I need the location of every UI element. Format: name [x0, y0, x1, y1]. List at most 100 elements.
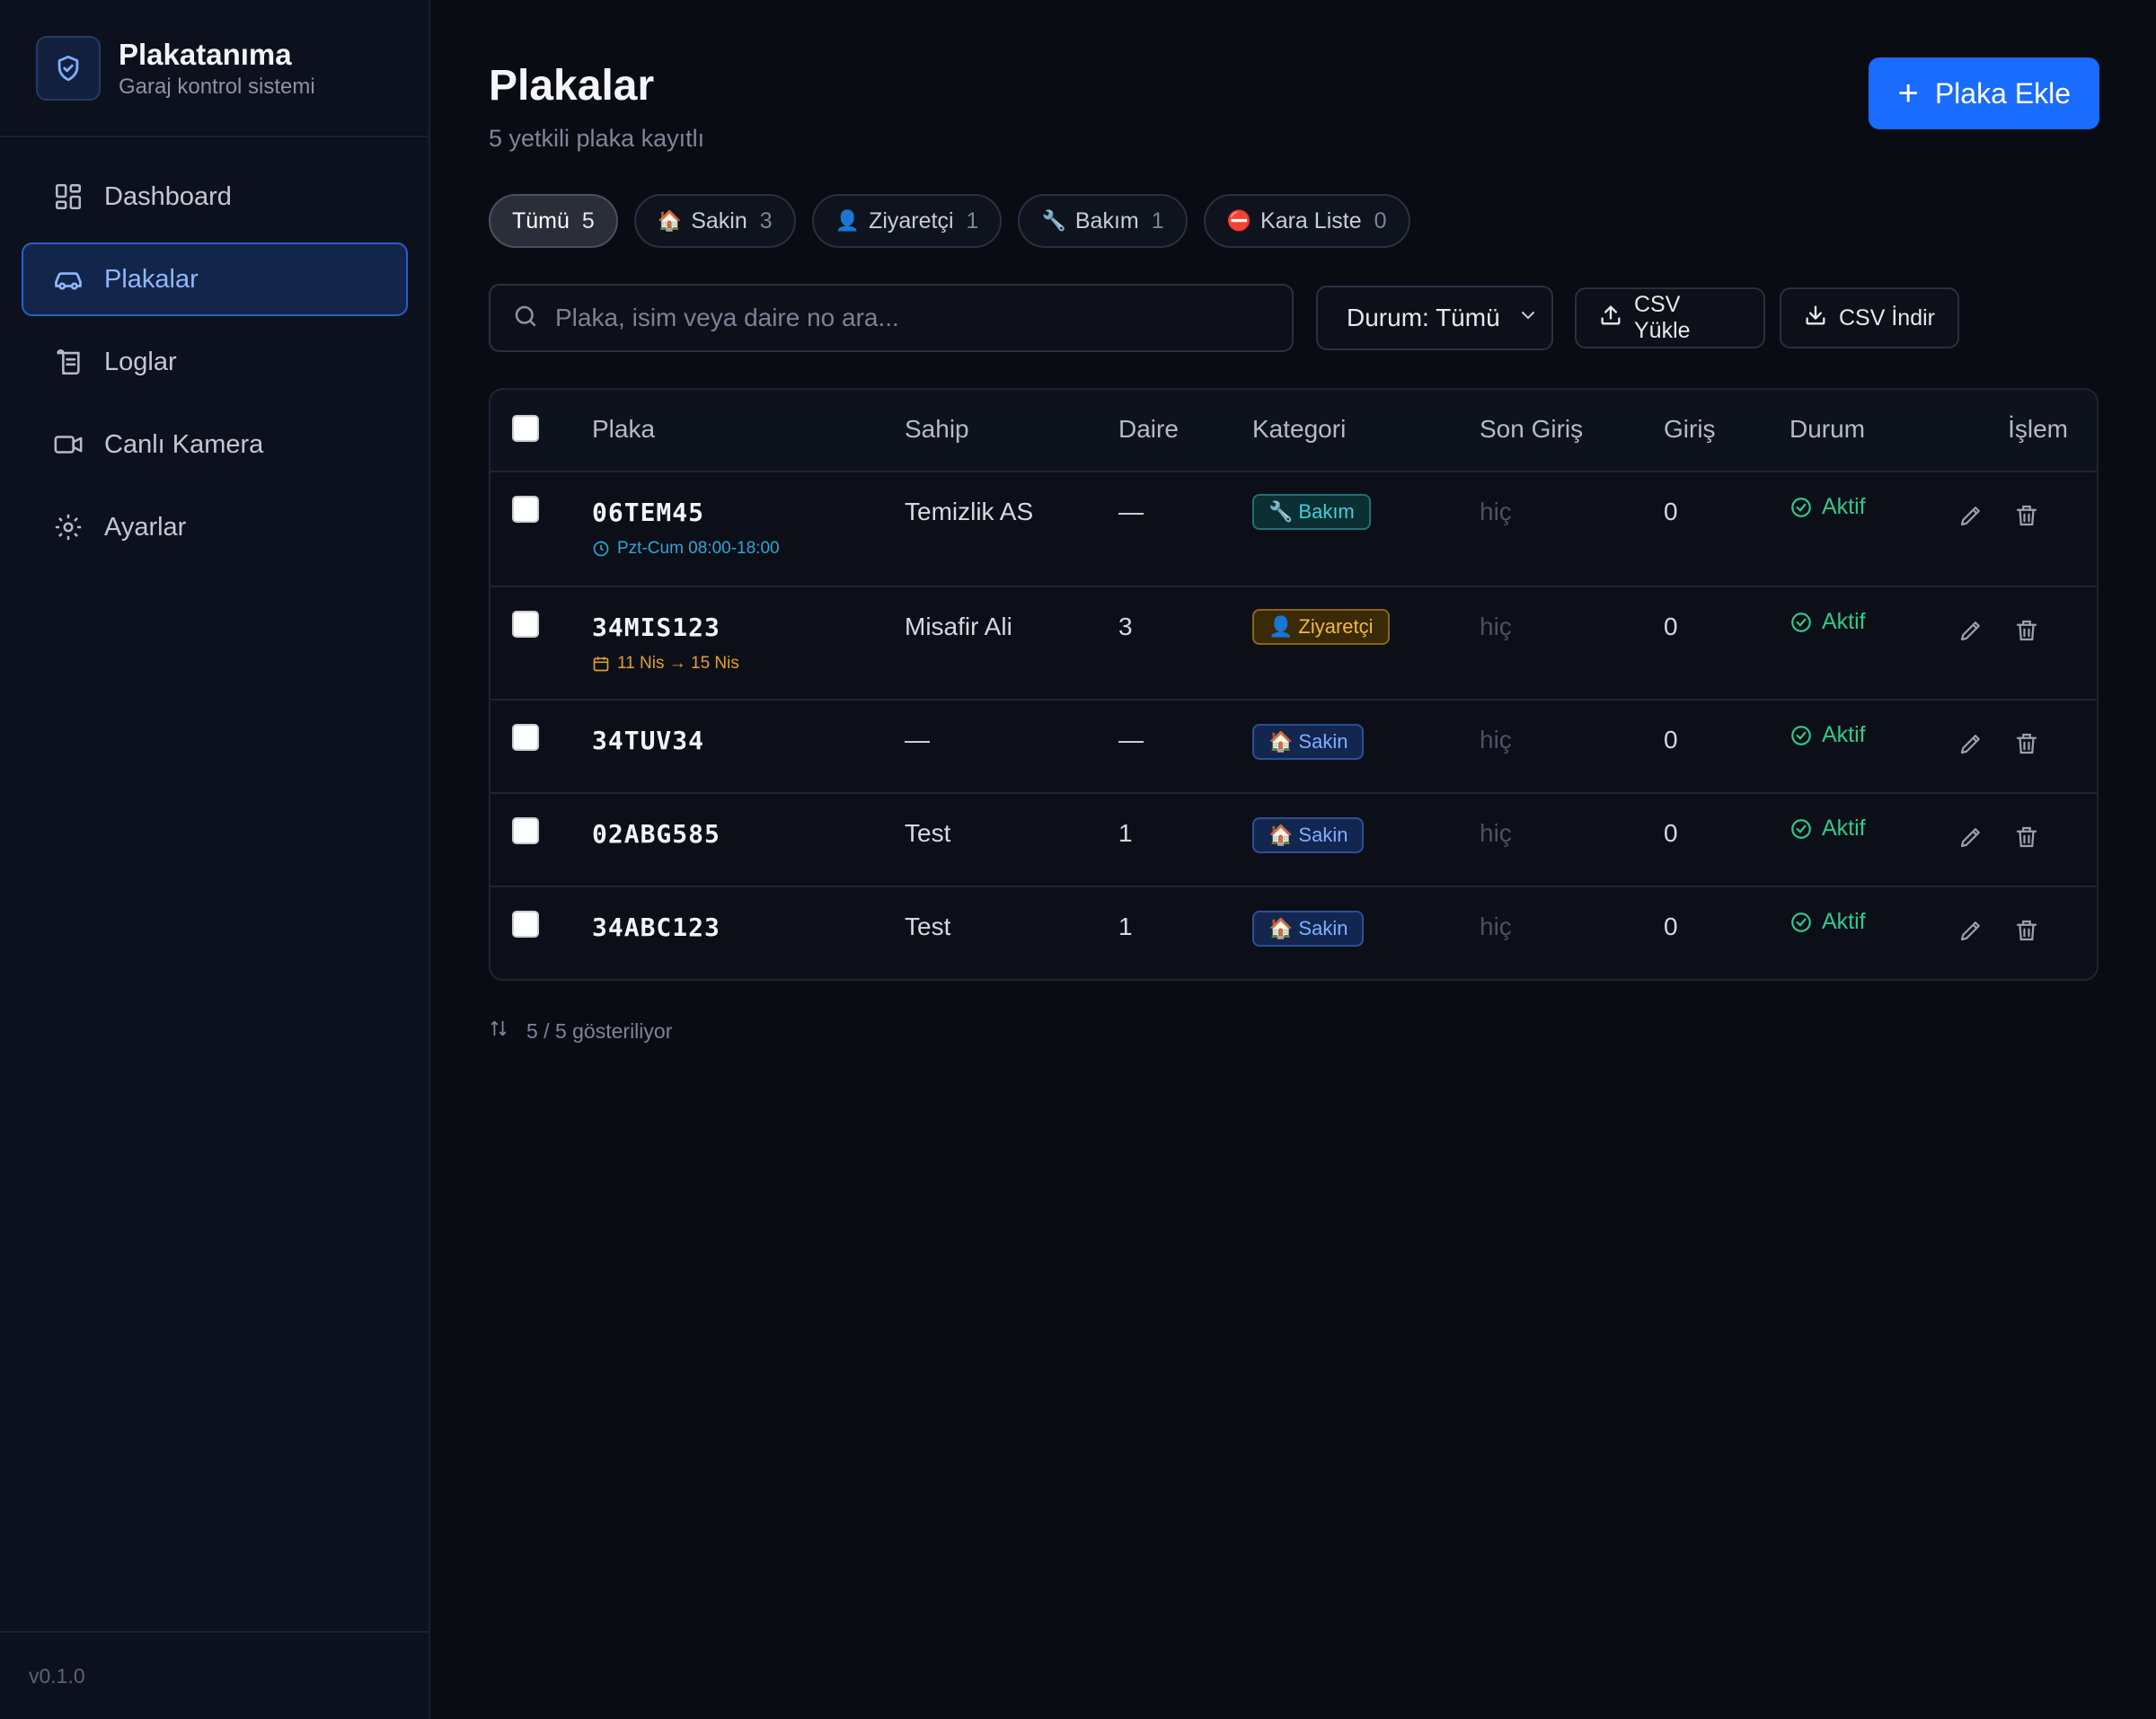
status-filter-select[interactable]: Durum: Tümü	[1316, 286, 1553, 350]
column-header-kategori[interactable]: Kategori	[1252, 415, 1346, 444]
column-header-daire[interactable]: Daire	[1118, 415, 1179, 444]
schedule-note: Pzt-Cum 08:00-18:00	[592, 539, 780, 559]
category-label: Ziyaretçi	[1298, 615, 1374, 638]
column-header-son-giris[interactable]: Son Giriş	[1480, 415, 1583, 444]
chip-count: 1	[1151, 207, 1164, 234]
edit-icon[interactable]	[1955, 614, 1987, 647]
csv-download-button[interactable]: CSV İndir	[1780, 287, 1959, 348]
category-label: Sakin	[1298, 730, 1348, 753]
status-badge: Aktif	[1789, 722, 1866, 748]
category-filters: Tümü 5 🏠 Sakin 3 👤 Ziyaretçi 1 🔧 Bakım 1…	[489, 194, 1410, 248]
csv-download-label: CSV İndir	[1839, 304, 1935, 331]
check-circle-icon	[1791, 497, 1811, 517]
brand: Plakatanıma Garaj kontrol sistemi	[0, 0, 429, 137]
gear-icon	[52, 511, 84, 543]
pagination-info: 5 / 5 gösteriliyor	[489, 1018, 672, 1044]
last-entry: hiç	[1480, 726, 1512, 754]
scroll-icon	[52, 346, 84, 378]
wrench-icon: 🔧	[1268, 500, 1294, 523]
sidebar-item-label: Loglar	[104, 347, 177, 376]
table-row: 06TEM45 Pzt-Cum 08:00-18:00 Temizlik AS …	[490, 472, 2097, 587]
chip-label: Tümü	[512, 207, 570, 234]
row-checkbox[interactable]	[512, 911, 539, 938]
check-circle-icon	[1791, 725, 1811, 745]
upload-icon	[1598, 303, 1623, 334]
check-circle-icon	[1791, 912, 1811, 932]
edit-icon[interactable]	[1955, 727, 1987, 760]
edit-icon[interactable]	[1955, 914, 1987, 947]
table-row: 34TUV34 — — 🏠 Sakin hiç 0 Aktif	[490, 701, 2097, 794]
last-entry: hiç	[1480, 819, 1512, 847]
select-all-checkbox[interactable]	[512, 415, 539, 442]
clock-icon	[593, 541, 609, 557]
wrench-icon: 🔧	[1041, 209, 1066, 232]
filter-chip-kara-liste[interactable]: ⛔ Kara Liste 0	[1203, 194, 1410, 248]
filter-chip-ziyaretci[interactable]: 👤 Ziyaretçi 1	[811, 194, 1003, 248]
column-header-giris[interactable]: Giriş	[1664, 415, 1716, 444]
chip-label: Bakım	[1074, 207, 1139, 234]
owner-name: Test	[905, 912, 951, 940]
row-checkbox[interactable]	[512, 817, 539, 844]
house-icon: 🏠	[1268, 824, 1294, 846]
category-label: Sakin	[1298, 917, 1348, 939]
category-badge: 🏠 Sakin	[1252, 724, 1365, 760]
status-badge: Aktif	[1789, 815, 1866, 842]
page-title: Plakalar	[489, 62, 655, 110]
edit-icon[interactable]	[1955, 499, 1987, 532]
last-entry: hiç	[1480, 613, 1512, 640]
column-header-plaka[interactable]: Plaka	[592, 415, 655, 444]
chip-label: Sakin	[691, 207, 747, 234]
car-icon	[52, 263, 84, 295]
unit-number: 1	[1118, 819, 1133, 847]
sidebar-item-label: Ayarlar	[104, 512, 187, 542]
calendar-icon	[593, 657, 609, 672]
trash-icon[interactable]	[2010, 727, 2043, 760]
category-badge: 🏠 Sakin	[1252, 817, 1365, 853]
chip-count: 5	[581, 207, 595, 234]
trash-icon[interactable]	[2010, 914, 2043, 947]
column-header-sahip[interactable]: Sahip	[905, 415, 969, 444]
search-input[interactable]	[555, 304, 1274, 332]
table-header: Plaka Sahip Daire Kategori Son Giriş Gir…	[490, 390, 2097, 472]
edit-icon[interactable]	[1955, 821, 1987, 853]
app-version: v0.1.0	[0, 1631, 429, 1719]
status-label: Aktif	[1822, 909, 1866, 934]
filter-chip-tumu[interactable]: Tümü 5	[489, 194, 618, 248]
unit-number: 3	[1118, 613, 1133, 640]
status-label: Aktif	[1822, 722, 1866, 747]
category-label: Bakım	[1298, 500, 1355, 523]
add-plate-button[interactable]: + Plaka Ekle	[1869, 57, 2099, 129]
plate-number: 34ABC123	[592, 912, 720, 942]
house-icon: 🏠	[1268, 917, 1294, 939]
trash-icon[interactable]	[2010, 614, 2043, 647]
table-row: 02ABG585 Test 1 🏠 Sakin hiç 0 Aktif	[490, 794, 2097, 887]
column-header-durum[interactable]: Durum	[1789, 415, 1865, 444]
sidebar-item-canli-kamera[interactable]: Canlı Kamera	[22, 408, 408, 481]
filter-chip-bakim[interactable]: 🔧 Bakım 1	[1018, 194, 1188, 248]
chip-count: 1	[966, 207, 979, 234]
table-row: 34ABC123 Test 1 🏠 Sakin hiç 0 Aktif	[490, 887, 2097, 979]
sidebar-item-plakalar[interactable]: Plakalar	[22, 242, 408, 316]
sidebar-item-loglar[interactable]: Loglar	[22, 325, 408, 399]
page-subtitle: 5 yetkili plaka kayıtlı	[489, 125, 705, 152]
plus-icon: +	[1897, 74, 1919, 113]
csv-upload-button[interactable]: CSV Yükle	[1575, 287, 1765, 348]
status-badge: Aktif	[1789, 494, 1866, 520]
row-checkbox[interactable]	[512, 496, 539, 523]
entry-count: 0	[1664, 613, 1678, 640]
status-label: Aktif	[1822, 609, 1866, 634]
row-checkbox[interactable]	[512, 611, 539, 638]
trash-icon[interactable]	[2010, 821, 2043, 853]
sidebar-item-label: Plakalar	[104, 264, 199, 294]
sidebar-item-dashboard[interactable]: Dashboard	[22, 160, 408, 234]
row-checkbox[interactable]	[512, 724, 539, 751]
sidebar-item-ayarlar[interactable]: Ayarlar	[22, 490, 408, 564]
trash-icon[interactable]	[2010, 499, 2043, 532]
sidebar-nav: Dashboard Plakalar Loglar Canlı Kamera A…	[22, 160, 408, 573]
status-badge: Aktif	[1789, 609, 1866, 635]
category-label: Sakin	[1298, 824, 1348, 846]
house-icon: 🏠	[657, 209, 683, 232]
date-range-text: 11 Nis → 15 Nis	[617, 654, 739, 673]
filter-chip-sakin[interactable]: 🏠 Sakin 3	[633, 194, 796, 248]
video-icon	[52, 428, 84, 461]
